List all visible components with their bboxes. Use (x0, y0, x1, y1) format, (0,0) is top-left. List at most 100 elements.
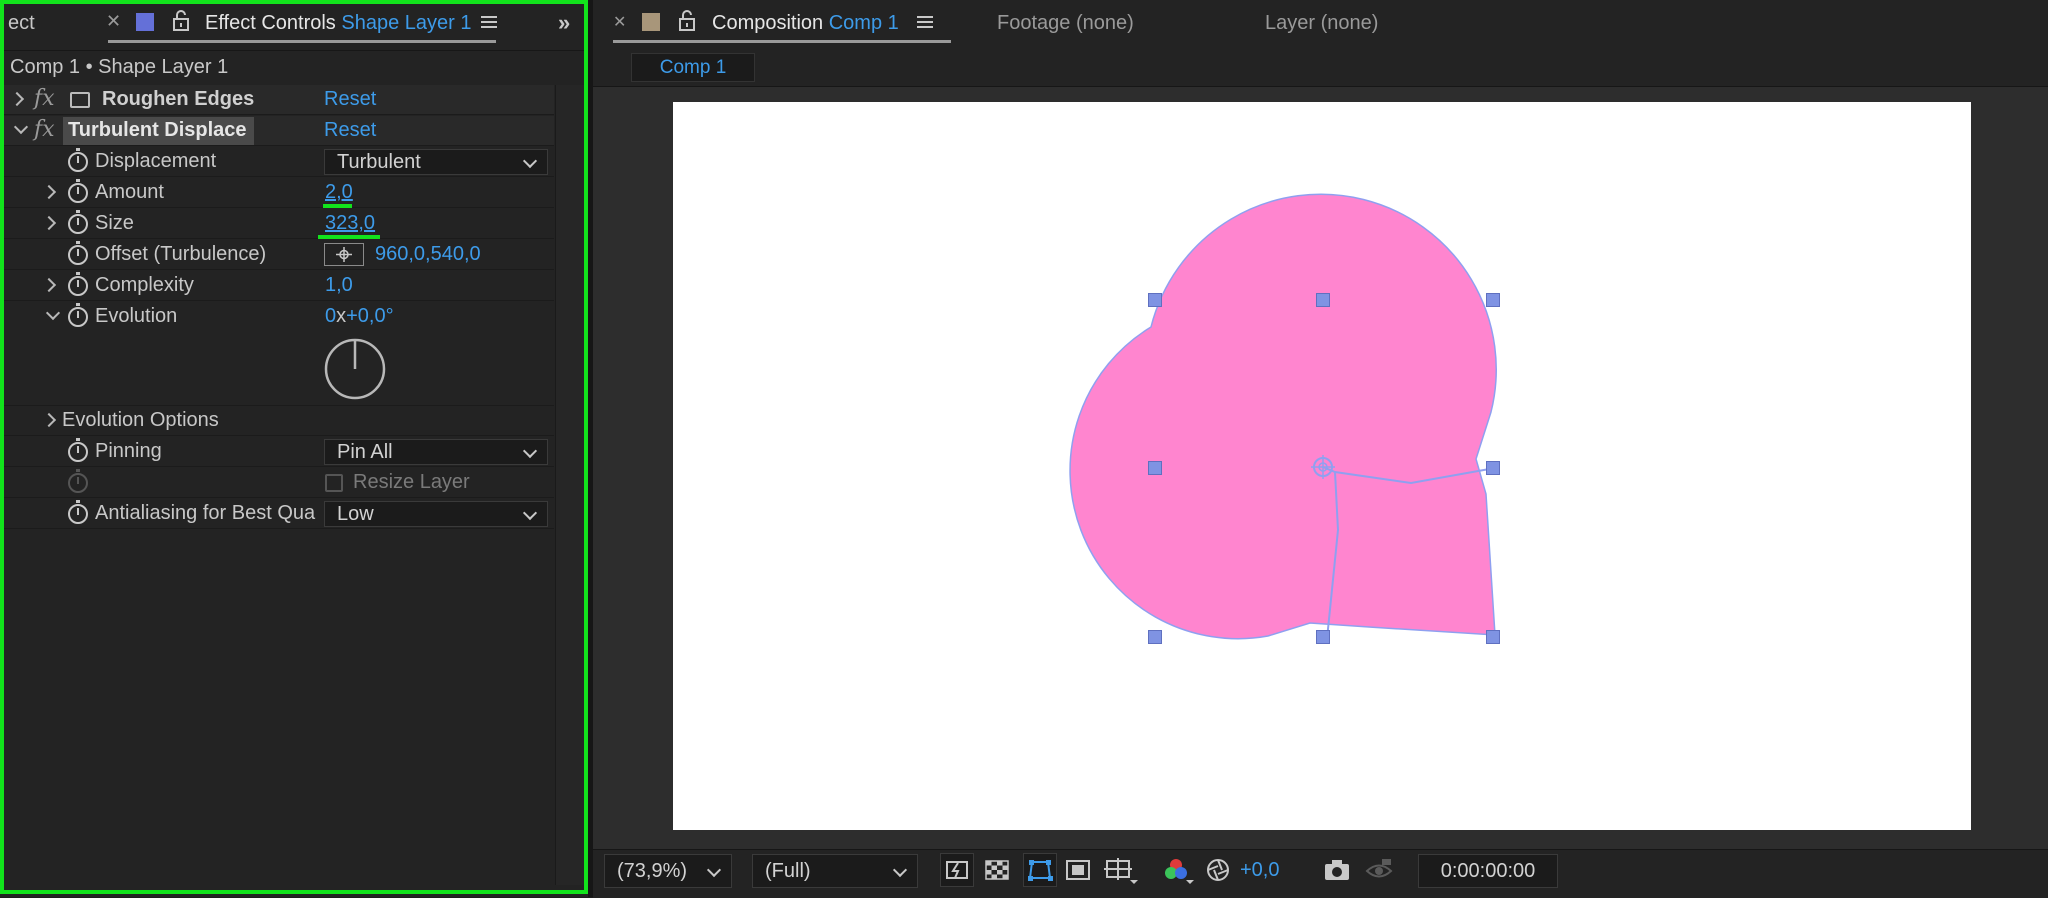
exposure-value[interactable]: +0,0 (1240, 859, 1279, 882)
property-label: Displacement (95, 150, 217, 172)
bounding-box-handle[interactable] (1486, 630, 1500, 644)
resolution-dropdown[interactable]: (Full) (752, 854, 918, 888)
timecode-field[interactable]: 0:00:00:00 (1418, 854, 1558, 888)
comp-sub-tab[interactable]: Comp 1 (631, 53, 755, 82)
reset-link[interactable]: Reset (324, 88, 376, 111)
tab-truncated[interactable]: ect (8, 12, 35, 35)
property-label: Size (95, 212, 134, 234)
reset-link[interactable]: Reset (324, 119, 376, 142)
transparency-grid-icon[interactable] (983, 856, 1011, 884)
tab-effect-controls-label: Effect Controls (205, 12, 336, 34)
property-label: Amount (95, 181, 164, 203)
composition-tab-bar: ✕ Composition Comp 1 Footage (none) Laye… (593, 0, 2048, 50)
dropdown-value: Turbulent (337, 151, 421, 173)
chevron-down-icon (522, 443, 538, 459)
grid-guides-icon[interactable] (1104, 856, 1138, 884)
lock-icon[interactable] (172, 10, 190, 37)
tab-composition-label: Composition (712, 12, 824, 34)
fx-icon[interactable]: fx (34, 86, 55, 111)
stopwatch-icon[interactable] (68, 241, 88, 265)
stopwatch-icon[interactable] (68, 210, 88, 234)
exposure-reset-icon[interactable] (1204, 856, 1232, 884)
active-tab-indicator (108, 40, 496, 43)
evolution-value[interactable]: 0x+0,0° (325, 305, 394, 328)
highlight-underline (318, 235, 380, 239)
highlight-underline (323, 204, 352, 208)
property-label: Evolution (95, 305, 178, 327)
shape-layer-graphic[interactable] (673, 102, 1971, 830)
complexity-value[interactable]: 1,0 (325, 274, 353, 297)
chevron-down-icon[interactable] (45, 305, 61, 321)
active-tab-indicator (613, 40, 951, 43)
stopwatch-icon[interactable] (68, 500, 88, 524)
displacement-dropdown[interactable]: Turbulent (324, 149, 548, 175)
bounding-box-handle[interactable] (1148, 630, 1162, 644)
size-value[interactable]: 323,0 (325, 212, 375, 235)
expand-panels-icon[interactable]: » (558, 10, 570, 36)
tab-layer[interactable]: Layer (none) (1265, 12, 1378, 35)
chevron-right-icon[interactable] (41, 277, 57, 293)
antialiasing-dropdown[interactable]: Low (324, 501, 548, 527)
tab-effect-controls[interactable]: Effect Controls Shape Layer 1 (205, 12, 471, 35)
chevron-right-icon[interactable] (9, 91, 25, 107)
left-tab-bar: ect ✕ Effect Controls Shape Layer 1 » (0, 0, 592, 51)
chevron-down-icon (522, 153, 538, 169)
property-row-antialiasing: Antialiasing for Best Qua Low (4, 499, 554, 529)
lock-icon[interactable] (678, 10, 696, 37)
stopwatch-icon[interactable] (68, 438, 88, 462)
region-of-interest-icon[interactable] (1064, 856, 1092, 884)
effect-row-roughen-edges[interactable]: fx Roughen Edges Reset (4, 85, 554, 115)
bounding-box-handle[interactable] (1316, 630, 1330, 644)
scrollbar[interactable] (555, 85, 584, 885)
close-tab-icon[interactable]: ✕ (613, 12, 626, 32)
dropdown-value: Low (337, 503, 374, 525)
bounding-box-handle[interactable] (1486, 293, 1500, 307)
property-row-complexity: Complexity 1,0 (4, 271, 554, 301)
zoom-value: (73,9%) (617, 860, 688, 882)
bounding-box-handle[interactable] (1148, 461, 1162, 475)
resolution-value: (Full) (765, 860, 811, 882)
effect-row-turbulent-displace[interactable]: fx Turbulent Displace Reset (4, 116, 554, 146)
stopwatch-icon[interactable] (68, 148, 88, 172)
stopwatch-icon[interactable] (68, 303, 88, 327)
layer-color-icon (136, 13, 154, 31)
crosshair-icon[interactable] (324, 243, 364, 266)
stopwatch-icon[interactable] (68, 179, 88, 203)
chevron-right-icon[interactable] (41, 184, 57, 200)
fast-previews-icon[interactable] (940, 853, 974, 887)
chevron-right-icon[interactable] (41, 412, 57, 428)
close-tab-icon[interactable]: ✕ (106, 11, 121, 32)
snapshot-camera-icon[interactable] (1322, 856, 1350, 884)
tab-composition[interactable]: Composition Comp 1 (712, 12, 899, 35)
offset-value[interactable]: 960,0,540,0 (375, 243, 481, 266)
angle-dial[interactable] (323, 337, 387, 407)
channel-color-icon[interactable] (1162, 856, 1194, 884)
bounding-box-handle[interactable] (1148, 293, 1162, 307)
panel-menu-icon[interactable] (917, 14, 933, 35)
tab-footage[interactable]: Footage (none) (997, 12, 1134, 35)
mask-visibility-icon[interactable] (1023, 853, 1057, 887)
composition-canvas[interactable] (673, 102, 1971, 830)
property-label: Pinning (95, 440, 162, 462)
show-snapshot-icon[interactable] (1364, 856, 1393, 884)
bounding-box-handle[interactable] (1316, 293, 1330, 307)
dropdown-value: Pin All (337, 441, 393, 463)
comp-sub-tab-bar: Comp 1 (593, 50, 2048, 87)
pinning-dropdown[interactable]: Pin All (324, 439, 548, 465)
property-row-evolution-options[interactable]: Evolution Options (4, 406, 554, 436)
resize-layer-checkbox[interactable] (325, 474, 343, 492)
property-row-pinning: Pinning Pin All (4, 437, 554, 467)
zoom-dropdown[interactable]: (73,9%) (604, 854, 732, 888)
bounding-box-handle[interactable] (1486, 461, 1500, 475)
checkbox-label: Resize Layer (353, 471, 470, 493)
property-row-displacement: Displacement Turbulent (4, 147, 554, 177)
amount-value[interactable]: 2,0 (325, 181, 353, 204)
property-row-evolution: Evolution 0x+0,0° (4, 302, 554, 406)
stopwatch-icon[interactable] (68, 272, 88, 296)
chevron-right-icon[interactable] (41, 215, 57, 231)
panel-menu-icon[interactable] (481, 14, 497, 35)
fx-icon[interactable]: fx (34, 117, 55, 142)
chevron-down-icon[interactable] (13, 119, 29, 135)
shape-fill[interactable] (1069, 193, 1497, 640)
effect-name: Turbulent Displace (68, 119, 247, 141)
